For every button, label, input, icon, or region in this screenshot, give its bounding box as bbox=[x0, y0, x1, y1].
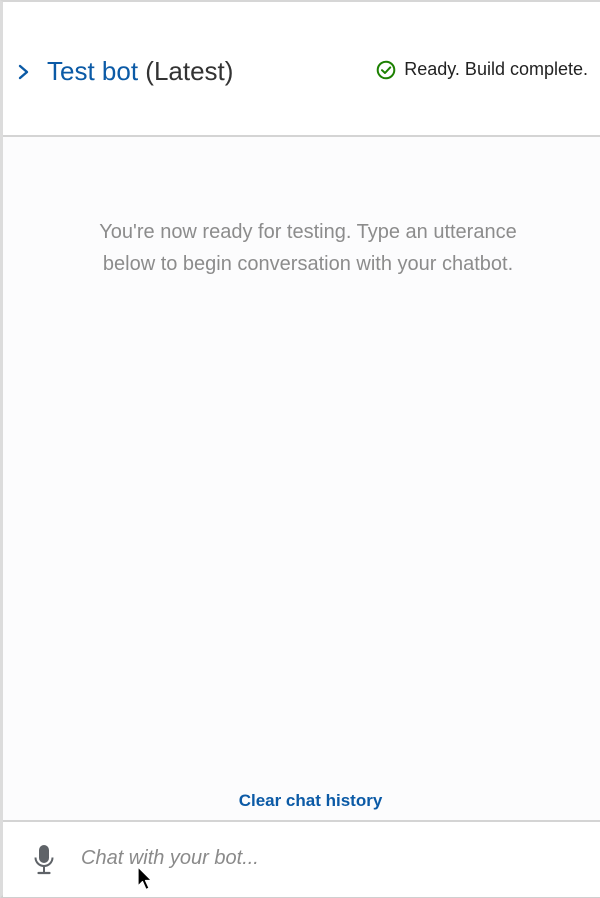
chat-conversation-area: You're now ready for testing. Type an ut… bbox=[3, 137, 600, 820]
build-status: Ready. Build complete. bbox=[376, 59, 588, 80]
panel-header: Test bot (Latest) Ready. Build complete. bbox=[3, 2, 600, 137]
chat-input-bar bbox=[3, 820, 600, 897]
bot-name-link[interactable]: Test bot bbox=[47, 56, 138, 86]
check-circle-icon bbox=[376, 60, 396, 80]
chevron-right-icon[interactable] bbox=[16, 62, 32, 82]
panel-title: Test bot (Latest) bbox=[47, 55, 233, 87]
build-status-text: Ready. Build complete. bbox=[404, 59, 588, 79]
chat-input[interactable] bbox=[77, 840, 585, 876]
welcome-message: You're now ready for testing. Type an ut… bbox=[99, 221, 517, 275]
microphone-icon[interactable] bbox=[33, 844, 55, 876]
clear-chat-history-button[interactable]: Clear chat history bbox=[3, 791, 600, 811]
bot-version-label: (Latest) bbox=[145, 56, 234, 86]
test-bot-panel: Test bot (Latest) Ready. Build complete.… bbox=[0, 0, 600, 898]
